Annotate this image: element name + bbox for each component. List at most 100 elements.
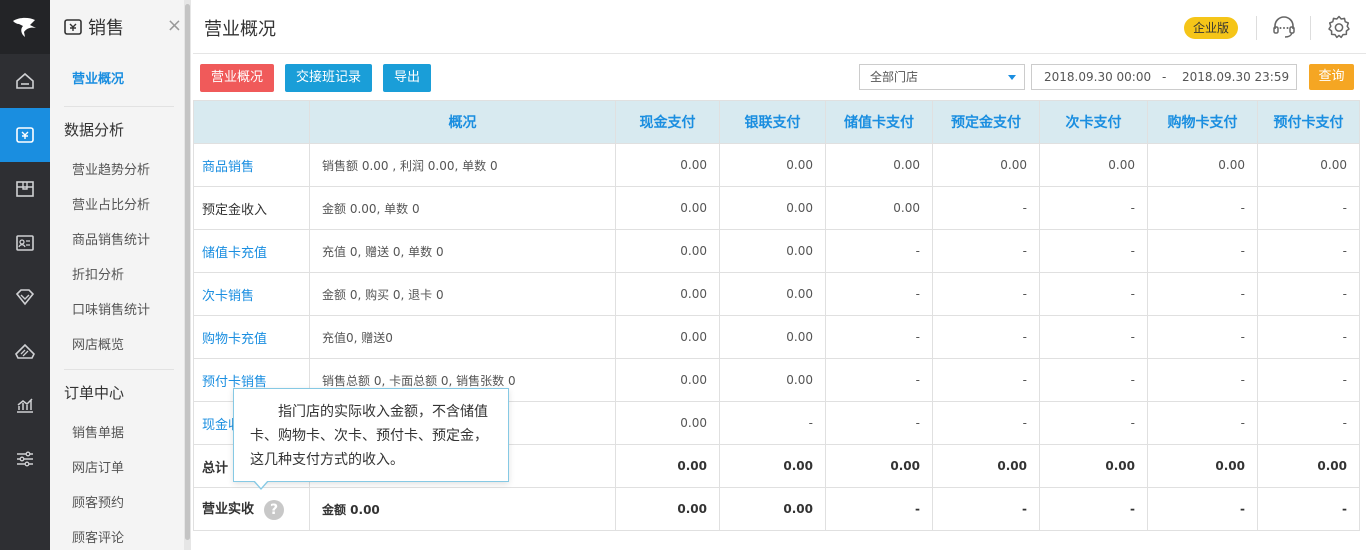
sidebar-item-ratio[interactable]: 营业占比分析 (50, 188, 184, 223)
sidebar-item-flavor[interactable]: 口味销售统计 (50, 293, 184, 328)
value-cell: - (1039, 358, 1148, 402)
value-cell: - (1039, 229, 1148, 273)
row-name[interactable]: 次卡销售 (193, 272, 310, 316)
sidebar-item-discount[interactable]: 折扣分析 (50, 258, 184, 293)
sidebar-item-product-sales[interactable]: 商品销售统计 (50, 223, 184, 258)
value-cell: - (1039, 401, 1148, 445)
main-content: 营业概况 企业版 营业概况 交接班记录 导出 全部门店 2018.09.30 0… (193, 0, 1366, 550)
sidebar-item-reviews[interactable]: 顾客评论 (50, 521, 184, 550)
table-row: 预定金收入 金额 0.00, 单数 0 0.00 0.00 0.00- - - - (193, 186, 1360, 230)
value-cell: 0.00 (719, 315, 826, 359)
table-header-row: 概况 现金支付 银联支付 储值卡支付 预定金支付 次卡支付 购物卡支付 预付卡支… (193, 100, 1360, 144)
sales-icon[interactable] (0, 108, 50, 162)
value-cell: 0.00 (932, 444, 1040, 488)
value-cell: - (932, 487, 1040, 531)
query-button[interactable]: 查询 (1309, 64, 1354, 90)
sub-menu-header: 销售 × (50, 0, 184, 54)
date-end[interactable]: 2018.09.30 23:59 (1182, 65, 1289, 89)
value-cell: - (1147, 358, 1258, 402)
row-name-text: 营业实收 (202, 502, 255, 518)
value-cell: - (1039, 272, 1148, 316)
help-tooltip: 指门店的实际收入金额，不含储值卡、购物卡、次卡、预付卡、预定金，这几种支付方式的… (233, 388, 509, 490)
value-cell: - (932, 358, 1040, 402)
sub-menu-scrollbar[interactable] (184, 0, 191, 550)
value-cell: - (1039, 186, 1148, 230)
help-icon[interactable]: ? (264, 499, 285, 520)
shift-records-button[interactable]: 交接班记录 (285, 64, 373, 92)
row-description: 充值0, 赠送0 (309, 315, 616, 359)
column-header: 次卡支付 (1039, 100, 1148, 144)
row-name-text: 次卡销售 (202, 288, 255, 304)
value-cell: 0.00 (719, 444, 826, 488)
value-cell: - (1039, 487, 1148, 531)
value-cell: - (825, 401, 933, 445)
app-window: 销售 × 营业概况 数据分析 营业趋势分析 营业占比分析 商品销售统计 折扣分析… (0, 0, 1366, 550)
value-cell: - (932, 315, 1040, 359)
value-cell: - (1257, 358, 1360, 402)
header-bar: 营业概况 企业版 (193, 0, 1366, 54)
tooltip-text: 指门店的实际收入金额，不含储值卡、购物卡、次卡、预付卡、预定金，这几种支付方式的… (250, 404, 488, 468)
close-icon[interactable]: × (167, 17, 182, 35)
value-cell: - (932, 401, 1040, 445)
diamond-icon[interactable] (0, 270, 50, 324)
value-cell: 0.00 (1039, 143, 1148, 187)
date-range-input[interactable]: 2018.09.30 00:00 - 2018.09.30 23:59 (1031, 64, 1297, 90)
value-cell: - (825, 315, 933, 359)
row-description: 金额 0.00, 单数 0 (309, 186, 616, 230)
box-icon[interactable] (0, 162, 50, 216)
value-cell: 0.00 (615, 272, 720, 316)
logo-icon[interactable] (0, 0, 50, 54)
settings-sliders-icon[interactable] (0, 432, 50, 486)
chevron-down-icon (1008, 75, 1016, 80)
sidebar-item-trend[interactable]: 营业趋势分析 (50, 153, 184, 188)
divider (1310, 16, 1311, 40)
row-description: 充值 0, 赠送 0, 单数 0 (309, 229, 616, 273)
headset-icon[interactable] (1271, 14, 1297, 44)
table-row: 购物卡充值 充值0, 赠送0 0.00 0.00- - - - - (193, 315, 1360, 359)
table-row: 储值卡充值 充值 0, 赠送 0, 单数 0 0.00 0.00- - - - - (193, 229, 1360, 273)
date-separator: - (1162, 70, 1167, 84)
toolbar: 营业概况 交接班记录 导出 全部门店 2018.09.30 00:00 - 20… (193, 54, 1366, 100)
divider (1256, 16, 1257, 40)
value-cell: - (1257, 272, 1360, 316)
value-cell: 0.00 (1039, 444, 1148, 488)
promotion-icon[interactable] (0, 324, 50, 378)
export-button[interactable]: 导出 (383, 64, 432, 92)
value-cell: 0.00 (1147, 143, 1258, 187)
value-cell: 0.00 (1147, 444, 1258, 488)
overview-button[interactable]: 营业概况 (200, 64, 275, 92)
value-cell: - (1257, 401, 1360, 445)
value-cell: 0.00 (615, 315, 720, 359)
value-cell: - (719, 401, 826, 445)
value-cell: - (1147, 229, 1258, 273)
value-cell: - (1147, 315, 1258, 359)
value-cell: 0.00 (719, 229, 826, 273)
scrollbar-thumb[interactable] (185, 4, 190, 540)
column-header: 储值卡支付 (825, 100, 933, 144)
row-name[interactable]: 购物卡充值 (193, 315, 310, 359)
value-cell: - (1147, 272, 1258, 316)
sidebar-item-reservations[interactable]: 顾客预约 (50, 486, 184, 521)
home-icon[interactable] (0, 54, 50, 108)
value-cell: 0.00 (615, 186, 720, 230)
value-cell: 0.00 (932, 143, 1040, 187)
store-select[interactable]: 全部门店 (859, 64, 1025, 90)
date-start[interactable]: 2018.09.30 00:00 (1044, 65, 1151, 89)
row-name[interactable]: 储值卡充值 (193, 229, 310, 273)
sales-icon (64, 19, 82, 35)
gear-icon[interactable] (1326, 14, 1352, 44)
value-cell: - (825, 358, 933, 402)
value-cell: 0.00 (1257, 444, 1360, 488)
member-card-icon[interactable] (0, 216, 50, 270)
table-row: 商品销售 销售额 0.00 , 利润 0.00, 单数 0 0.00 0.00 0.00… (193, 143, 1360, 187)
value-cell: - (932, 229, 1040, 273)
sidebar-item-overview[interactable]: 营业概况 (50, 54, 184, 106)
row-name[interactable]: 商品销售 (193, 143, 310, 187)
value-cell: - (825, 229, 933, 273)
icon-rail (0, 0, 50, 550)
sidebar-item-online-store[interactable]: 网店概览 (50, 328, 184, 363)
sidebar-item-online-orders[interactable]: 网店订单 (50, 451, 184, 486)
chart-icon[interactable] (0, 378, 50, 432)
sidebar-item-receipts[interactable]: 销售单据 (50, 416, 184, 451)
value-cell: 0.00 (615, 143, 720, 187)
